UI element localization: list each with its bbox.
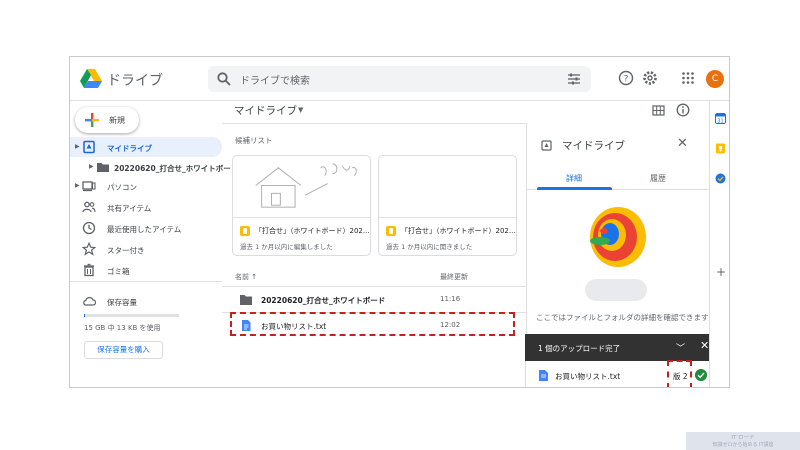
blank-thumbnail [379,156,516,218]
top-bar: ドライブ ドライブで検索 ? C [70,57,729,101]
keep-icon[interactable] [715,143,726,154]
watermark: IT ロード 知識ゼロから始める IT講座 [686,432,800,450]
chevron-down-icon[interactable]: ▼ [298,106,303,114]
sidebar-item-whiteboard-folder[interactable]: ▶ 20220620_打合せ_ホワイトボード [70,157,238,177]
sidebar-item-label: 最近使用したアイテム [107,225,182,234]
sidebar-item-label: パソコン [107,183,137,192]
suggested-card[interactable]: 「打合せ」（ホワイトボード）202... 過去 1 か月以内に開きました [378,155,517,256]
buy-storage-button[interactable]: 保存容量を購入 [84,341,163,359]
calendar-icon[interactable]: 31 [715,113,726,124]
search-icon[interactable] [216,71,232,87]
settings-gear-icon[interactable] [642,70,658,86]
computer-icon [82,181,96,192]
my-drive-icon [83,140,95,154]
cloud-icon [83,297,96,306]
jamboard-icon [386,226,396,236]
storage-quota-fill [84,314,85,317]
file-modified: 11:16 [440,295,461,303]
upload-toast-header: 1 個のアップロード完了 ﹀ ✕ [525,334,718,361]
modified-column-header[interactable]: 最終更新 [440,272,468,282]
sidebar-item-label: マイドライブ [107,144,152,153]
sidebar-divider [70,281,222,282]
tab-indicator [537,187,612,190]
sidebar-item-label: 共有アイテム [107,204,152,213]
upload-status-text: 1 個のアップロード完了 [538,344,621,353]
plus-icon [85,113,99,127]
tasks-icon[interactable] [715,173,726,184]
chevron-down-icon[interactable]: ﹀ [676,341,685,354]
app-name: ドライブ [107,73,163,89]
drive-window: ドライブ ドライブで検索 ? C 新規 ▶ マイドライブ ▶ 20220620_… [69,56,730,388]
search-options-icon[interactable] [567,72,581,86]
drive-logo-icon[interactable] [80,69,102,88]
grid-view-icon[interactable] [652,104,665,117]
sidebar-item-computers[interactable]: ▶ パソコン [70,176,222,196]
expand-arrow-icon[interactable]: ▶ [75,182,80,189]
watermark-line2: 知識ゼロから始める IT講座 [712,442,774,448]
expand-arrow-icon[interactable]: ▶ [75,143,80,150]
sidebar-item-label: スター付き [107,246,145,255]
account-avatar[interactable]: C [706,70,724,88]
details-info-text: ここではファイルとフォルダの詳細を確認できます [536,313,709,322]
card-subtitle: 過去 1 か月以内に開きました [386,243,473,251]
my-drive-icon [541,140,552,151]
storage-quota-bar [84,314,179,317]
file-name: 20220620_打合せ_ホワイトボード [261,296,386,305]
apps-grid-icon[interactable] [680,70,696,86]
watermark-line1: IT ロード [731,435,755,441]
sidebar-item-recent[interactable]: 最近使用したアイテム [70,218,222,238]
sidebar-item-storage[interactable]: 保存容量 [70,291,222,311]
clock-icon [82,221,96,235]
name-column-header[interactable]: 名前 ↑ [235,272,257,282]
tab-activity[interactable]: 履歴 [650,173,666,184]
sidebar-item-shared[interactable]: 共有アイテム [70,197,222,217]
sidebar-item-label: ゴミ箱 [107,267,130,276]
star-icon [82,242,96,256]
whiteboard-thumbnail [233,156,370,218]
search-input[interactable]: ドライブで検索 [240,72,310,87]
sidebar-item-starred[interactable]: スター付き [70,239,222,259]
folder-icon [97,163,109,172]
add-addon-icon[interactable]: + [716,265,726,279]
svg-text:?: ? [624,74,629,84]
annotation-highlight [667,360,692,387]
toolbar-divider [222,123,526,124]
cloud-illustration [585,279,647,301]
expand-arrow-icon[interactable]: ▶ [89,163,94,170]
check-icon [695,369,707,381]
jamboard-icon [240,226,250,236]
card-title: 「打合せ」（ホワイトボード）202... [255,227,370,235]
sidebar-item-label: 20220620_打合せ_ホワイトボード [114,164,239,173]
suggested-card[interactable]: 「打合せ」（ホワイトボード）202... 過去 1 か月以内に編集しました [232,155,371,256]
new-button-label: 新規 [109,116,125,125]
sidebar-item-my-drive[interactable]: ▶ マイドライブ [70,137,222,157]
details-title: マイドライブ [562,140,625,152]
text-document-icon [539,370,548,381]
help-icon[interactable]: ? [618,70,634,86]
upload-file-name: お買い物リスト.txt [555,372,621,381]
search-bar[interactable]: ドライブで検索 [208,66,591,92]
info-icon[interactable] [676,103,690,117]
new-button[interactable]: 新規 [75,107,139,133]
sidebar-item-trash[interactable]: ゴミ箱 [70,260,222,280]
breadcrumb[interactable]: マイドライブ [234,103,297,118]
trash-icon [84,263,94,277]
details-illustration [590,207,646,267]
shared-people-icon [82,201,96,213]
close-icon[interactable]: ✕ [677,136,688,151]
card-title: 「打合せ」（ホワイトボード）202... [401,227,516,235]
side-panel-rail: 31 + [709,101,729,387]
svg-text:31: 31 [717,119,723,125]
table-row[interactable]: 20220620_打合せ_ホワイトボード 11:16 [222,287,526,312]
folder-icon [240,295,252,305]
storage-usage-text: 15 GB 中 13 KB を使用 [84,324,161,332]
sidebar-item-label: 保存容量 [107,298,137,307]
annotation-highlight [230,312,515,336]
tab-details[interactable]: 詳細 [566,173,582,184]
suggested-heading: 候補リスト [235,136,273,145]
card-subtitle: 過去 1 か月以内に編集しました [240,243,333,251]
close-icon[interactable]: ✕ [700,339,709,352]
